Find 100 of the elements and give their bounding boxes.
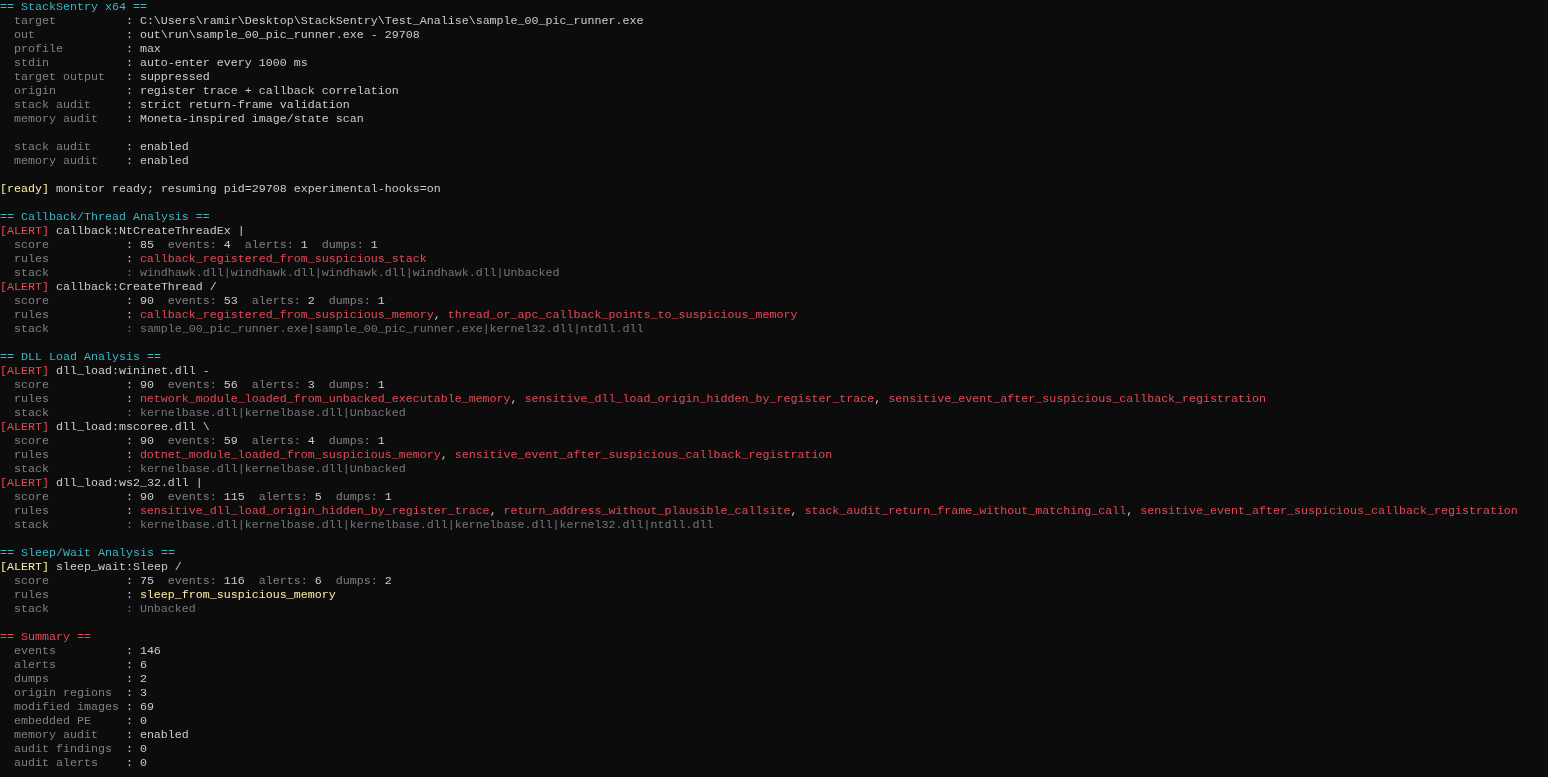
rule-name: sensitive_event_after_suspicious_callback_registration xyxy=(1140,504,1518,518)
stack-value: : kernelbase.dll|kernelbase.dll|kernelbase.dll|kernelbase.dll|kernel32.dll|ntdll.dll xyxy=(125,518,714,532)
metric-value: 6 xyxy=(314,574,322,588)
field-label: stack xyxy=(14,266,50,280)
field-value: : enabled xyxy=(125,728,189,742)
rule-name: callback_registered_from_suspicious_stack xyxy=(139,252,427,266)
rule-separator: , xyxy=(440,448,448,462)
field-label: audit alerts xyxy=(14,756,99,770)
rule-separator: , xyxy=(790,504,798,518)
metric-label: alerts: xyxy=(251,378,301,392)
stack-value: : sample_00_pic_runner.exe|sample_00_pic_runner.exe|kernel32.dll|ntdll.dll xyxy=(125,322,644,336)
field-label: stack xyxy=(14,462,50,476)
field-value: : enabled xyxy=(125,154,189,168)
field-label: stack xyxy=(14,602,50,616)
metric-label: alerts: xyxy=(244,238,294,252)
metric-label: events: xyxy=(167,294,217,308)
metric-value: 1 xyxy=(377,378,385,392)
field-value: : 0 xyxy=(125,756,147,770)
metric-label: events: xyxy=(167,434,217,448)
metric-label: alerts: xyxy=(251,294,301,308)
field-value: : 6 xyxy=(125,658,147,672)
alert-tag: [ALERT] xyxy=(0,420,49,434)
rule-name: thread_or_apc_callback_points_to_suspicious_memory xyxy=(447,308,798,322)
section-heading: == Callback/Thread Analysis == xyxy=(0,210,210,224)
field-label: rules xyxy=(14,392,50,406)
rule-name: sensitive_dll_load_origin_hidden_by_register_trace xyxy=(524,392,875,406)
status-message: monitor ready; resuming pid=29708 experimental-hooks=on xyxy=(55,182,441,196)
rule-separator: , xyxy=(1126,504,1134,518)
metric-label: alerts: xyxy=(251,434,301,448)
metric-value: 115 xyxy=(223,490,245,504)
metric-label: dumps: xyxy=(328,294,371,308)
field-label: target output xyxy=(14,70,106,84)
rule-name: sleep_from_suspicious_memory xyxy=(139,588,336,602)
field-label: score xyxy=(14,294,50,308)
field-value: : out\run\sample_00_pic_runner.exe - 29708 xyxy=(125,28,420,42)
metric-label: dumps: xyxy=(328,434,371,448)
field-label: stack audit xyxy=(14,140,92,154)
rule-name: network_module_loaded_from_unbacked_executable_memory xyxy=(139,392,511,406)
field-label: score xyxy=(14,434,50,448)
field-label: rules xyxy=(14,308,50,322)
field-value: : 0 xyxy=(125,742,147,756)
field-label: alerts xyxy=(14,658,57,672)
field-value: : 0 xyxy=(125,714,147,728)
metric-value: 4 xyxy=(307,434,315,448)
field-label: audit findings xyxy=(14,742,113,756)
field-label: embedded PE xyxy=(14,714,92,728)
score-value: : 90 xyxy=(125,378,154,392)
field-label: origin xyxy=(14,84,57,98)
score-value: : 90 xyxy=(125,294,154,308)
field-label: stack xyxy=(14,322,50,336)
metric-label: alerts: xyxy=(258,574,308,588)
field-value: : 2 xyxy=(125,672,147,686)
metric-value: 2 xyxy=(384,574,392,588)
metric-value: 1 xyxy=(384,490,392,504)
field-value: : enabled xyxy=(125,140,189,154)
field-label: stack audit xyxy=(14,98,92,112)
alert-name: callback:CreateThread / xyxy=(55,280,217,294)
metric-value: 1 xyxy=(370,238,378,252)
rule-separator: , xyxy=(433,308,441,322)
metric-value: 1 xyxy=(377,294,385,308)
metric-value: 2 xyxy=(307,294,315,308)
score-value: : 90 xyxy=(125,434,154,448)
stack-value: : Unbacked xyxy=(125,602,196,616)
stack-value: : windhawk.dll|windhawk.dll|windhawk.dll|windhawk.dll|Unbacked xyxy=(125,266,560,280)
metric-value: 59 xyxy=(223,434,238,448)
metric-value: 3 xyxy=(307,378,315,392)
metric-value: 116 xyxy=(223,574,245,588)
field-label: memory audit xyxy=(14,728,99,742)
separator-colon: : xyxy=(125,308,133,322)
field-label: profile xyxy=(14,42,64,56)
rule-name: sensitive_dll_load_origin_hidden_by_register_trace xyxy=(139,504,490,518)
field-value: : suppressed xyxy=(125,70,210,84)
separator-colon: : xyxy=(125,504,133,518)
section-heading: == DLL Load Analysis == xyxy=(0,350,161,364)
metric-label: alerts: xyxy=(258,490,308,504)
metric-value: 1 xyxy=(300,238,308,252)
field-value: : register trace + callback correlation xyxy=(125,84,399,98)
rule-name: return_address_without_plausible_callsite xyxy=(503,504,791,518)
metric-label: events: xyxy=(167,490,217,504)
rule-name: callback_registered_from_suspicious_memory xyxy=(139,308,434,322)
field-value: : C:\Users\ramir\Desktop\StackSentry\Test_Analise\sample_00_pic_runner.exe xyxy=(125,14,644,28)
field-label: stdin xyxy=(14,56,50,70)
rule-separator: , xyxy=(510,392,518,406)
metric-label: events: xyxy=(167,378,217,392)
alert-name: callback:NtCreateThreadEx | xyxy=(55,224,245,238)
alert-name: dll_load:wininet.dll - xyxy=(55,364,210,378)
field-value: : Moneta-inspired image/state scan xyxy=(125,112,364,126)
alert-name: sleep_wait:Sleep / xyxy=(55,560,182,574)
field-value: : strict return-frame validation xyxy=(125,98,350,112)
metric-label: events: xyxy=(167,574,217,588)
rule-name: sensitive_event_after_suspicious_callback_registration xyxy=(454,448,833,462)
alert-name: dll_load:mscoree.dll \ xyxy=(55,420,210,434)
section-heading: == Summary == xyxy=(0,630,91,644)
field-value: : max xyxy=(125,42,161,56)
field-label: dumps xyxy=(14,672,50,686)
metric-label: dumps: xyxy=(335,490,378,504)
field-value: : auto-enter every 1000 ms xyxy=(125,56,308,70)
program-title: == StackSentry x64 == xyxy=(0,0,147,14)
rule-separator: , xyxy=(489,504,497,518)
metric-label: dumps: xyxy=(328,378,371,392)
